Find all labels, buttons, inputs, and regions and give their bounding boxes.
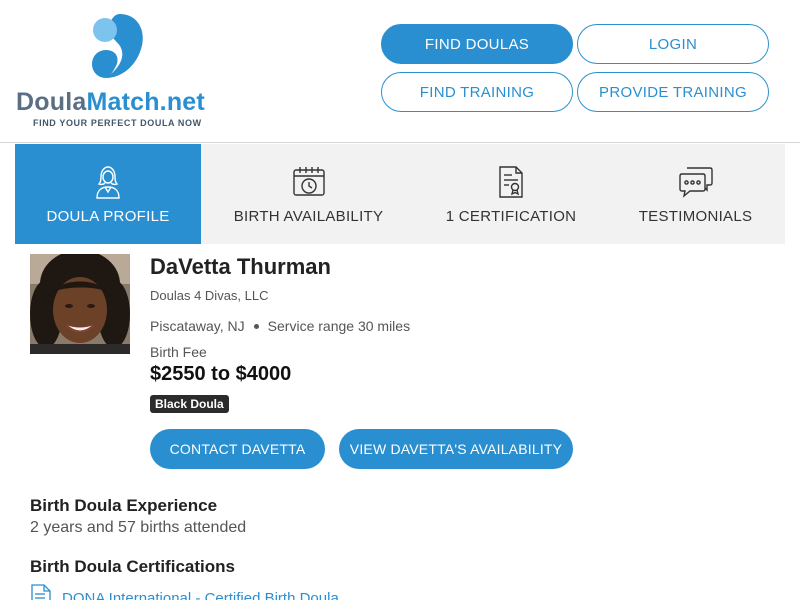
logo-mark-icon xyxy=(92,14,143,78)
certificate-icon xyxy=(30,584,52,600)
doula-location: Piscataway, NJ xyxy=(150,318,245,334)
provide-training-button[interactable]: PROVIDE TRAINING xyxy=(577,72,769,112)
certifications-heading: Birth Doula Certifications xyxy=(30,557,235,576)
site-header: DoulaMatch.net FIND YOUR PERFECT DOULA N… xyxy=(0,0,800,143)
service-range: Service range 30 miles xyxy=(267,318,411,334)
profile-tabs: DOULA PROFILE BIRTH AVAILABILITY 1 CERTI… xyxy=(15,144,785,244)
calendar-clock-icon xyxy=(291,164,327,200)
doula-name: DaVetta Thurman xyxy=(150,254,331,279)
tab-birth-availability[interactable]: BIRTH AVAILABILITY xyxy=(201,144,416,244)
certificate-icon xyxy=(493,164,529,200)
certification-link[interactable]: DONA International - Certified Birth Dou… xyxy=(62,590,339,600)
logo[interactable]: DoulaMatch.net FIND YOUR PERFECT DOULA N… xyxy=(16,12,216,132)
tab-testimonials[interactable]: TESTIMONIALS xyxy=(606,144,785,244)
doula-badge: Black Doula xyxy=(150,395,229,413)
tab-certification[interactable]: 1 CERTIFICATION xyxy=(416,144,606,244)
tab-doula-profile-label: DOULA PROFILE xyxy=(46,208,170,225)
birth-fee-label: Birth Fee xyxy=(150,344,207,360)
experience-heading: Birth Doula Experience xyxy=(30,496,218,515)
experience-text: 2 years and 57 births attended xyxy=(30,519,247,536)
logo-tagline: FIND YOUR PERFECT DOULA NOW xyxy=(33,118,202,128)
contact-doula-button[interactable]: CONTACT DAVETTA xyxy=(150,429,325,469)
login-button[interactable]: LOGIN xyxy=(577,24,769,64)
birth-fee-value: $2550 to $4000 xyxy=(150,363,292,385)
separator-dot xyxy=(253,323,259,329)
doula-photo xyxy=(30,254,130,354)
doula-location-row: Piscataway, NJ Service range 30 miles xyxy=(150,318,410,334)
chat-bubbles-icon xyxy=(678,164,714,200)
tab-birth-availability-label: BIRTH AVAILABILITY xyxy=(233,208,384,225)
certification-item[interactable]: DONA International - Certified Birth Dou… xyxy=(30,584,339,600)
find-doulas-button[interactable]: FIND DOULAS xyxy=(381,24,573,64)
find-training-button[interactable]: FIND TRAINING xyxy=(381,72,573,112)
tab-certification-label: 1 CERTIFICATION xyxy=(445,208,577,225)
view-availability-button[interactable]: VIEW DAVETTA'S AVAILABILITY xyxy=(339,429,573,469)
logo-wordmark: DoulaMatch.net xyxy=(16,88,205,116)
doula-profile-icon xyxy=(90,164,126,200)
doula-organization: Doulas 4 Divas, LLC xyxy=(150,288,269,303)
tab-doula-profile[interactable]: DOULA PROFILE xyxy=(15,144,201,244)
tab-testimonials-label: TESTIMONIALS xyxy=(638,208,753,225)
